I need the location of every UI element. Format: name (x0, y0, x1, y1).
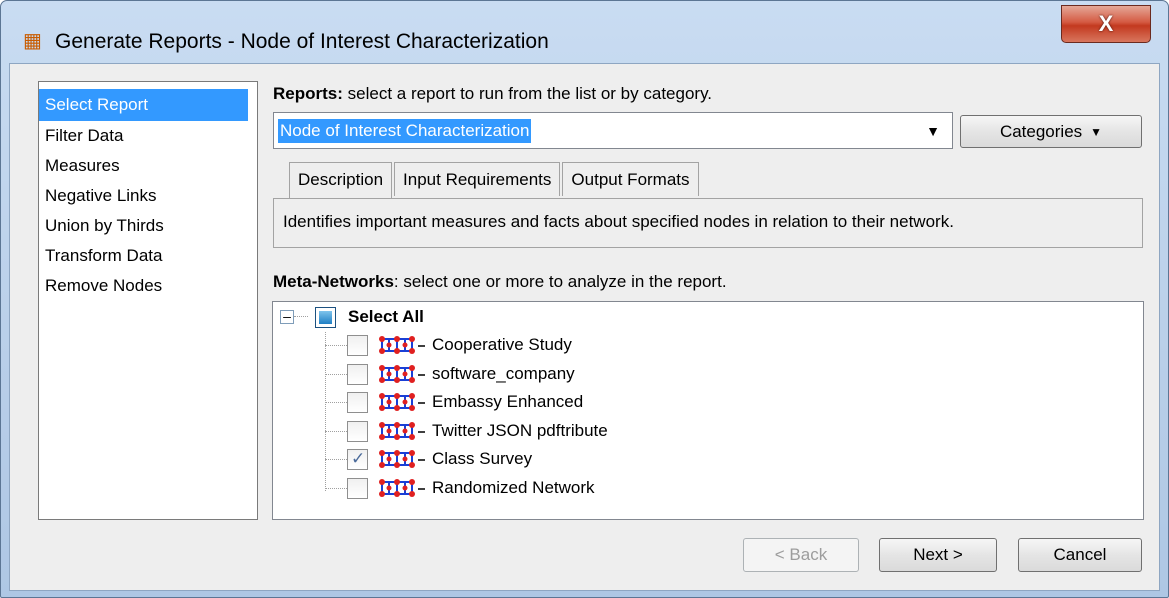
network-list-item[interactable]: Randomized Network (347, 474, 595, 502)
network-name: software_company (432, 364, 575, 383)
nav-item-transform-data[interactable]: Transform Data (39, 241, 257, 271)
dropdown-arrow-icon[interactable]: ▼ (926, 123, 940, 139)
nav-item-measures[interactable]: Measures (39, 151, 257, 181)
close-icon: X (1098, 11, 1114, 36)
categories-button[interactable]: Categories ▼ (960, 115, 1142, 148)
nav-item-filter-data[interactable]: Filter Data (39, 121, 257, 151)
network-checkbox[interactable] (347, 363, 368, 385)
network-name: Randomized Network (432, 478, 595, 497)
meta-networks-label: Meta-Networks: select one or more to ana… (273, 272, 727, 291)
select-all-checkbox[interactable] (315, 306, 336, 328)
network-name: Twitter JSON pdftribute (432, 421, 608, 440)
network-checkbox[interactable] (347, 391, 368, 413)
network-name: Class Survey (432, 449, 533, 468)
next-button[interactable]: Next > (879, 538, 997, 572)
tree-line (325, 402, 347, 403)
dialog-content: Select Report Filter Data Measures Negat… (9, 63, 1160, 591)
network-app-icon: ▦ (23, 30, 42, 52)
description-panel: Identifies important measures and facts … (273, 198, 1143, 248)
meta-network-icon (378, 363, 430, 385)
report-tabs: Description Input Requirements Output Fo… (289, 162, 701, 198)
tree-line (325, 459, 347, 460)
chevron-down-icon: ▼ (1090, 124, 1103, 139)
reports-label: Reports: select a report to run from the… (273, 84, 713, 103)
dialog-window: ▦ Generate Reports - Node of Interest Ch… (0, 0, 1169, 598)
categories-label: Categories (999, 121, 1083, 141)
report-select[interactable]: Node of Interest Characterization ▼ (273, 112, 953, 149)
meta-network-icon (378, 448, 430, 470)
network-list-item[interactable]: ✓ Class Survey (347, 445, 532, 473)
wizard-step-list[interactable]: Select Report Filter Data Measures Negat… (38, 81, 258, 520)
tab-output-formats[interactable]: Output Formats (562, 162, 699, 196)
nav-item-union-by-thirds[interactable]: Union by Thirds (39, 211, 257, 241)
window-title: Generate Reports - Node of Interest Char… (55, 30, 549, 53)
network-name: Cooperative Study (432, 335, 572, 354)
nav-item-select-report[interactable]: Select Report (39, 89, 248, 121)
meta-network-icon (378, 334, 430, 356)
tree-line (325, 332, 326, 491)
nav-item-negative-links[interactable]: Negative Links (39, 181, 257, 211)
tree-line (325, 374, 347, 375)
meta-network-tree[interactable]: – Select All Cooperative Study software_c… (272, 301, 1144, 520)
title-bar[interactable]: ▦ Generate Reports - Node of Interest Ch… (1, 1, 1168, 59)
check-icon: ✓ (351, 448, 366, 468)
tree-line (325, 488, 347, 489)
collapse-icon[interactable]: – (280, 309, 294, 324)
network-list-item[interactable]: Cooperative Study (347, 331, 572, 359)
nav-item-remove-nodes[interactable]: Remove Nodes (39, 271, 257, 301)
tree-line (325, 431, 347, 432)
network-checkbox[interactable]: ✓ (347, 448, 368, 470)
network-list-item[interactable]: Twitter JSON pdftribute (347, 417, 608, 445)
meta-network-icon (378, 391, 430, 413)
tree-line (325, 345, 347, 346)
back-button[interactable]: < Back (743, 538, 859, 572)
network-checkbox[interactable] (347, 334, 368, 356)
report-select-value: Node of Interest Characterization (278, 119, 532, 143)
tree-line (294, 316, 308, 317)
network-checkbox[interactable] (347, 420, 368, 442)
cancel-button[interactable]: Cancel (1018, 538, 1142, 572)
network-list-item[interactable]: Embassy Enhanced (347, 388, 583, 416)
tab-description[interactable]: Description (289, 162, 393, 198)
close-button[interactable]: X (1061, 5, 1151, 43)
meta-network-icon (378, 420, 430, 442)
network-name: Embassy Enhanced (432, 392, 584, 411)
tree-row-select-all[interactable]: Select All (315, 303, 424, 331)
meta-network-icon (378, 477, 430, 499)
network-list-item[interactable]: software_company (347, 360, 575, 388)
select-all-label: Select All (348, 307, 424, 326)
tab-input-requirements[interactable]: Input Requirements (394, 162, 561, 196)
description-text: Identifies important measures and facts … (283, 212, 954, 231)
network-checkbox[interactable] (347, 477, 368, 499)
